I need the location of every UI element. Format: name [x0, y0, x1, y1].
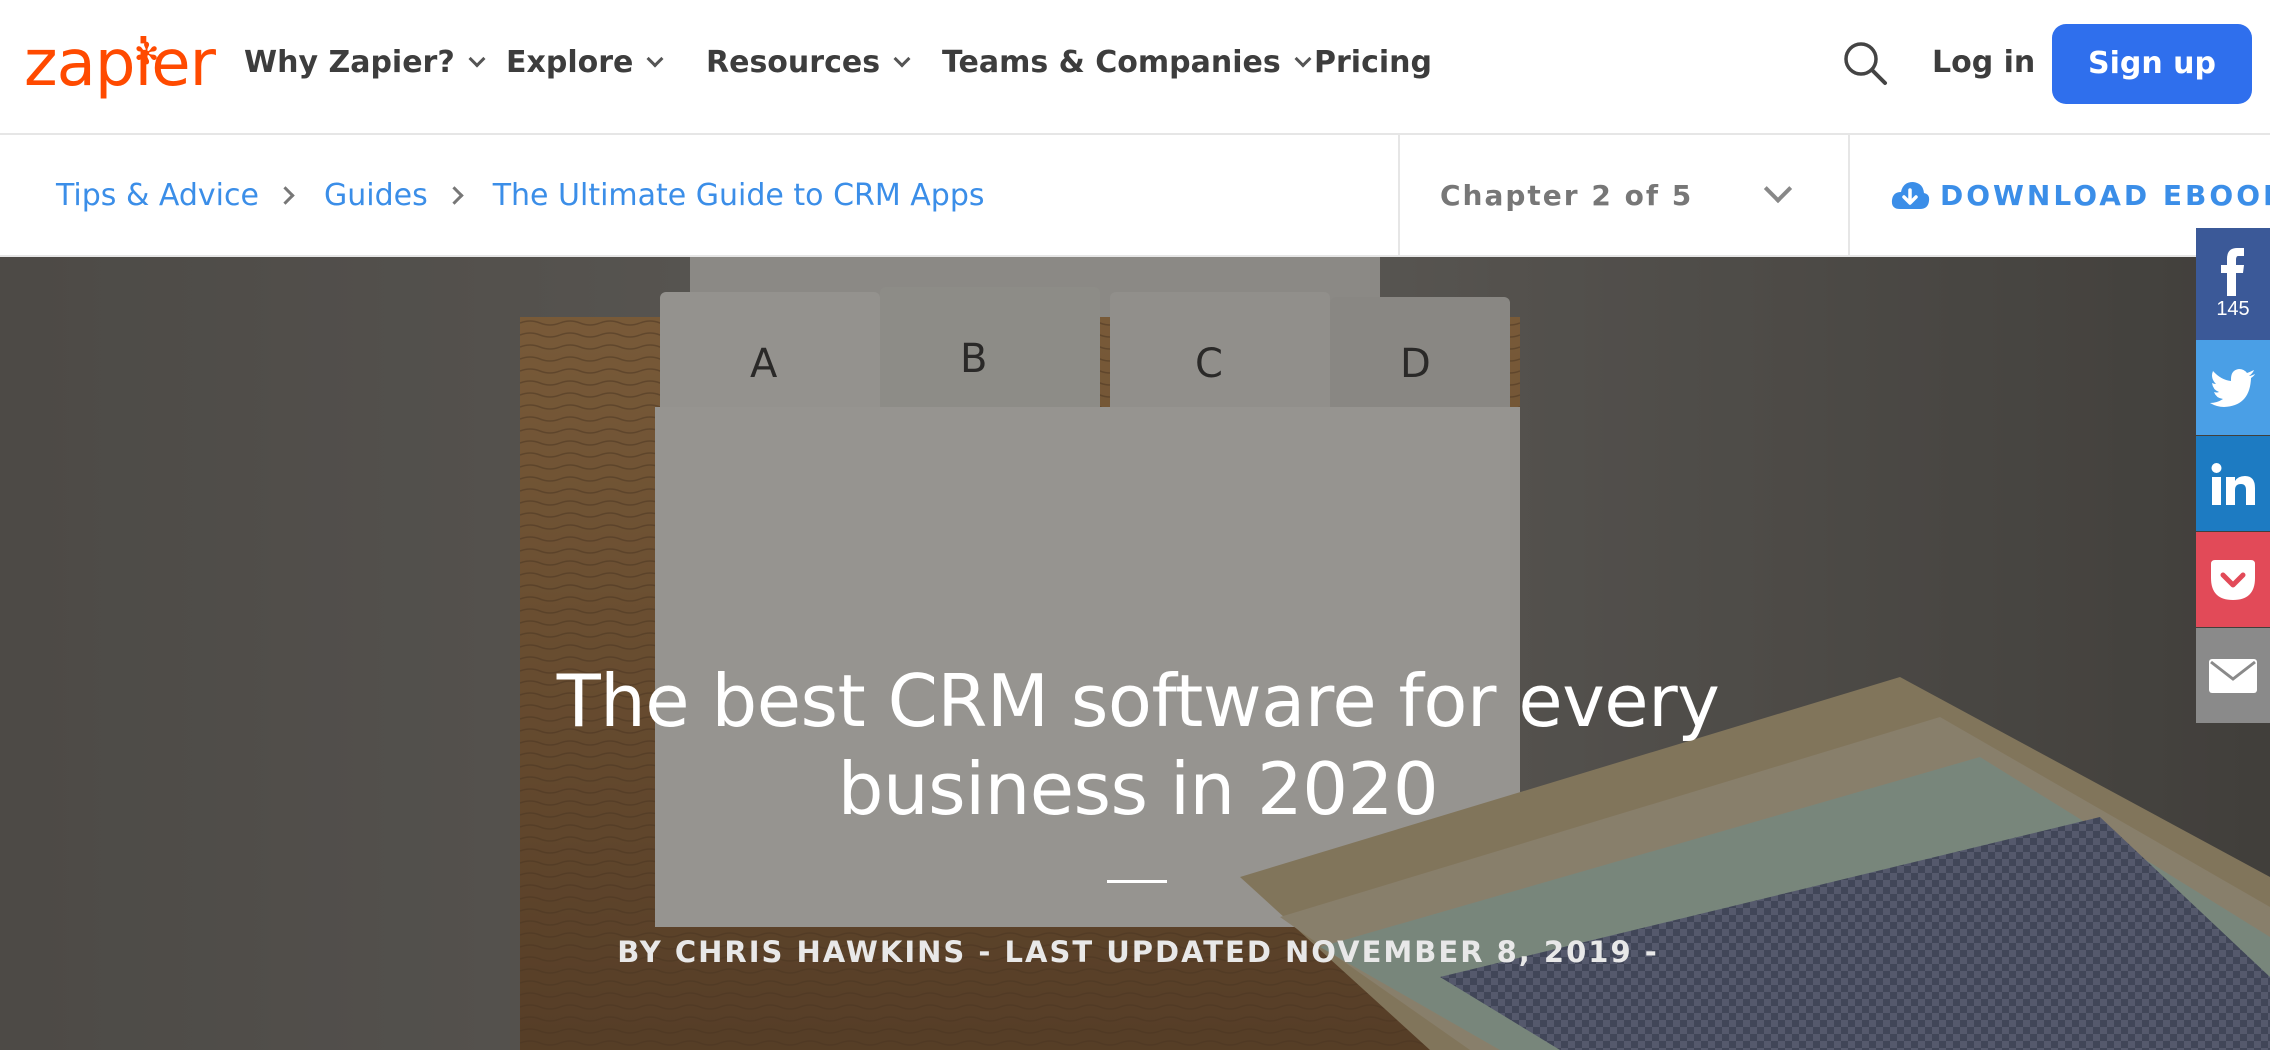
nav-teams-companies[interactable]: Teams & Companies — [942, 38, 1312, 88]
chevron-down-icon — [646, 50, 664, 68]
nav-pricing[interactable]: Pricing — [1314, 38, 1432, 88]
search-icon[interactable] — [1842, 40, 1888, 86]
nav-resources-label: Resources — [706, 45, 881, 80]
nav-teams-companies-label: Teams & Companies — [942, 45, 1281, 80]
share-pocket-button[interactable] — [2196, 532, 2270, 627]
cloud-download-icon — [1891, 182, 1930, 209]
share-facebook-button[interactable]: 145 — [2196, 228, 2270, 340]
chevron-right-icon — [445, 186, 464, 205]
chevron-down-icon — [1763, 174, 1793, 204]
hero-overlay — [0, 257, 2270, 1050]
article-title: The best CRM software for every business… — [556, 659, 1720, 831]
email-icon — [2209, 658, 2257, 693]
title-divider — [1107, 880, 1167, 883]
login-link[interactable]: Log in — [1932, 38, 2035, 88]
breadcrumb: Tips & Advice Guides The Ultimate Guide to… — [56, 173, 985, 219]
top-navigation: ✻ zapier Why Zapier? Explore Resources T… — [0, 0, 2270, 135]
download-ebook-link[interactable]: DOWNLOAD EBOOK — [1890, 173, 2270, 219]
nav-why-zapier[interactable]: Why Zapier? — [244, 38, 486, 88]
chevron-down-icon — [468, 50, 486, 68]
nav-why-zapier-label: Why Zapier? — [244, 45, 455, 80]
facebook-icon — [2221, 247, 2244, 296]
nav-explore[interactable]: Explore — [506, 38, 664, 88]
chapter-label: Chapter 2 of 5 — [1440, 179, 1694, 212]
signup-button[interactable]: Sign up — [2052, 24, 2252, 104]
chevron-down-icon — [1294, 50, 1312, 68]
article-hero: A B C D The best CRM software for every … — [0, 257, 2270, 1050]
article-subbar: Tips & Advice Guides The Ultimate Guide to… — [0, 135, 2270, 257]
nav-explore-label: Explore — [506, 45, 634, 80]
zapier-logo[interactable]: ✻ zapier — [24, 20, 216, 101]
breadcrumb-tips-advice[interactable]: Tips & Advice — [56, 178, 259, 213]
facebook-share-count: 145 — [2216, 297, 2250, 320]
nav-resources[interactable]: Resources — [706, 38, 911, 88]
breadcrumb-guides[interactable]: Guides — [324, 178, 428, 213]
share-linkedin-button[interactable] — [2196, 436, 2270, 531]
download-ebook-label: DOWNLOAD EBOOK — [1940, 179, 2270, 212]
twitter-icon — [2210, 368, 2255, 407]
chapter-selector[interactable]: Chapter 2 of 5 — [1398, 135, 1850, 255]
breadcrumb-crm-guide[interactable]: The Ultimate Guide to CRM Apps — [493, 178, 985, 213]
article-byline: BY CHRIS HAWKINS - LAST UPDATED NOVEMBER… — [617, 935, 1659, 969]
nav-pricing-label: Pricing — [1314, 45, 1432, 80]
linkedin-icon — [2211, 462, 2255, 505]
share-twitter-button[interactable] — [2196, 340, 2270, 435]
share-email-button[interactable] — [2196, 628, 2270, 723]
pocket-icon — [2211, 559, 2255, 600]
chevron-right-icon — [276, 186, 295, 205]
chevron-down-icon — [893, 50, 911, 68]
logo-wordmark: zapier — [24, 27, 216, 101]
